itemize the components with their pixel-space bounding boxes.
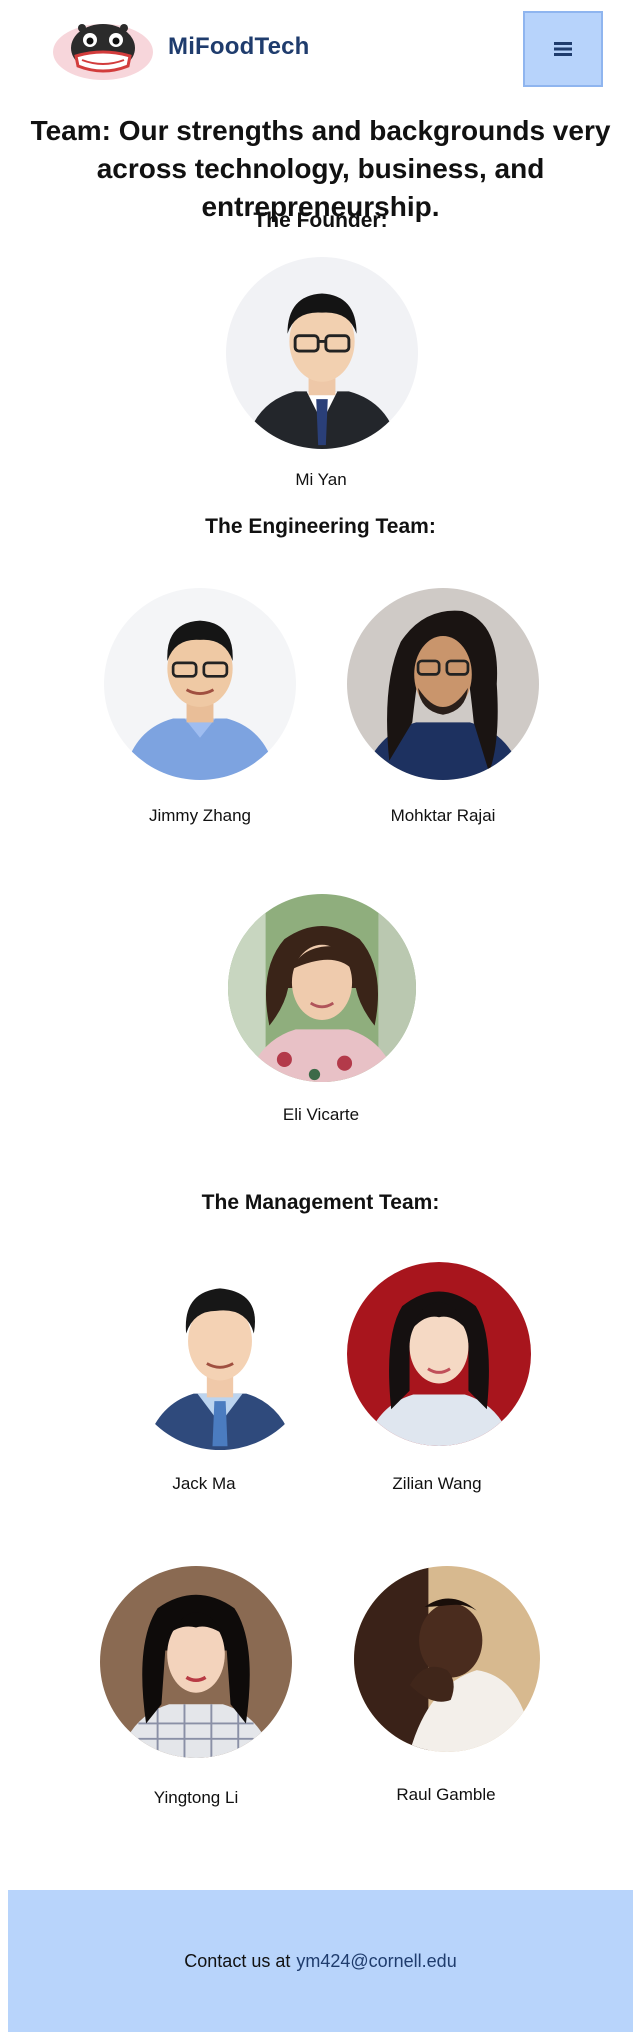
- brand-name[interactable]: MiFoodTech: [168, 33, 310, 61]
- member-name: Raul Gamble: [396, 1785, 496, 1804]
- member-photo: [104, 588, 296, 780]
- member-photo: [126, 1262, 314, 1450]
- member-photo: [354, 1566, 540, 1752]
- member-photo: [347, 1262, 531, 1446]
- contact-email-link[interactable]: ym424@cornell.edu: [296, 1951, 456, 1972]
- member-name: Zilian Wang: [392, 1474, 482, 1493]
- page: MiFoodTech Team: Our strengths and backg…: [0, 0, 641, 2040]
- member-name: Jack Ma: [172, 1474, 236, 1493]
- founder-section-title: The Founder:: [253, 209, 388, 232]
- contact-prefix: Contact us at: [184, 1950, 291, 1971]
- member-name: Mi Yan: [295, 470, 347, 489]
- robot-mascot-logo[interactable]: [52, 18, 154, 82]
- site-header: MiFoodTech: [0, 0, 641, 100]
- menu-button[interactable]: [523, 11, 603, 87]
- member-photo: [226, 257, 418, 449]
- member-name: Jimmy Zhang: [148, 806, 252, 825]
- member-name: Eli Vicarte: [282, 1105, 360, 1124]
- member-photo: [347, 588, 539, 780]
- engineering-section-title: The Engineering Team:: [205, 515, 436, 538]
- contact-footer: Contact us at ym424@cornell.edu: [8, 1890, 633, 2032]
- member-photo: [100, 1566, 292, 1758]
- management-section-title: The Management Team:: [201, 1191, 440, 1214]
- hamburger-icon: [554, 42, 572, 56]
- member-name: Yingtong Li: [153, 1788, 239, 1807]
- member-name: Mohktar Rajai: [390, 806, 496, 825]
- member-photo: [228, 894, 416, 1082]
